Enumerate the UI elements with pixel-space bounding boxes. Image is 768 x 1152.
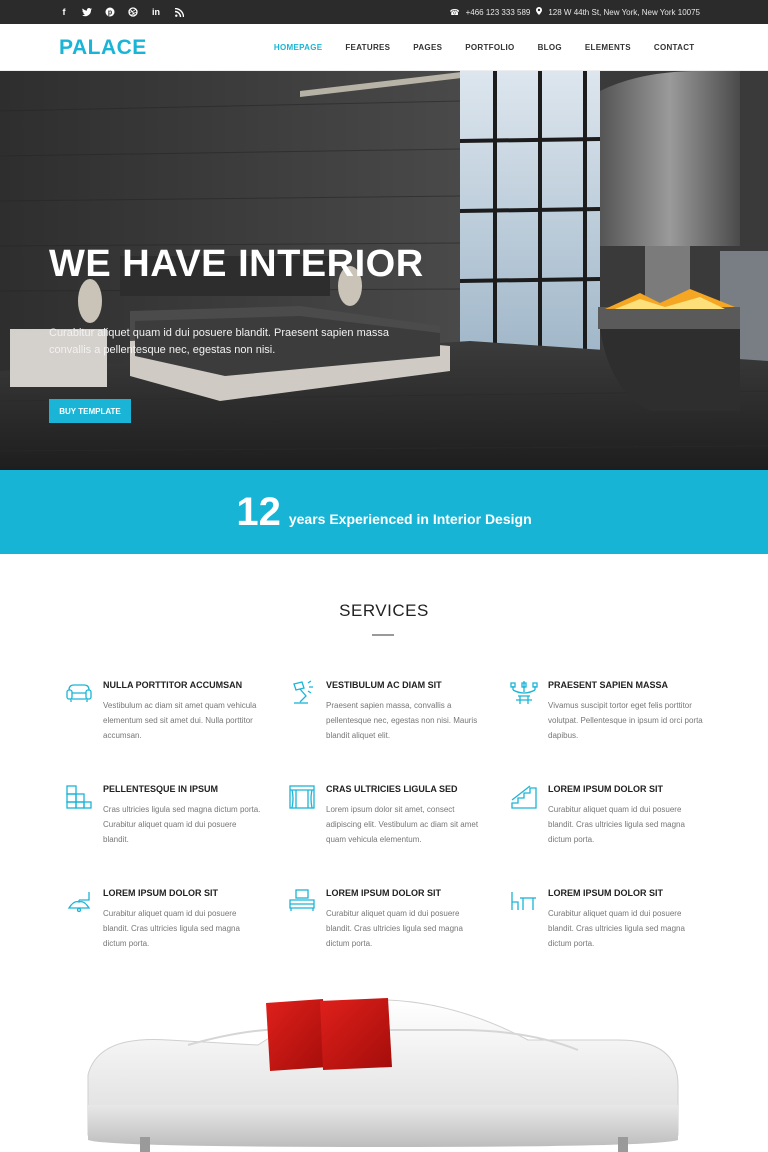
nav-portfolio[interactable]: PORTFOLIO — [454, 43, 526, 52]
phone-number: +466 123 333 589 — [465, 7, 531, 17]
service-desc: Curabitur aliquet quam id dui posuere bl… — [548, 909, 685, 948]
social-links: f p in — [58, 0, 185, 24]
service-desc: Vestibulum ac diam sit amet quam vehicul… — [103, 701, 257, 740]
twitter-icon[interactable] — [81, 6, 93, 18]
nav-pages[interactable]: PAGES — [402, 43, 454, 52]
contact-info: ☎ +466 123 333 589 128 W 44th St, New Yo… — [450, 0, 700, 24]
years-number: 12 — [236, 489, 281, 534]
phone-icon: ☎ — [449, 7, 460, 17]
main-nav: HOMEPAGE FEATURES PAGES PORTFOLIO BLOG E… — [262, 24, 706, 71]
pinterest-icon[interactable]: p — [104, 6, 116, 18]
service-name: LOREM IPSUM DOLOR SIT — [103, 888, 219, 898]
chandelier-icon — [510, 681, 538, 704]
service-name: VESTIBULUM AC DIAM SIT — [326, 680, 442, 690]
service-name: PELLENTESQUE IN IPSUM — [103, 784, 219, 794]
facebook-icon[interactable]: f — [58, 6, 70, 18]
service-desc: Vivamus suscipit tortor eget felis portt… — [548, 701, 703, 740]
service-desc: Cras ultricies ligula sed magna dictum p… — [103, 805, 261, 844]
years-text: years Experienced in Interior Design — [288, 511, 532, 527]
desk-lamp-icon — [293, 680, 313, 704]
service-name: NULLA PORTTITOR ACCUMSAN — [103, 680, 243, 690]
wall-lamp-icon — [67, 892, 91, 913]
nav-contact[interactable]: CONTACT — [642, 43, 706, 52]
buy-template-button[interactable]: BUY TEMPLATE — [49, 399, 131, 423]
sofa-image — [58, 985, 710, 1152]
window-icon — [289, 785, 315, 809]
address: 128 W 44th St, New York, New York 10075 — [548, 7, 700, 17]
bed-icon — [289, 889, 315, 911]
experience-band: 12 years Experienced in Interior Design — [0, 470, 768, 554]
logo[interactable]: PALACE — [59, 36, 147, 60]
service-desc: Lorem ipsum dolor sit amet, consect adip… — [326, 805, 479, 844]
nav-homepage[interactable]: HOMEPAGE — [262, 43, 333, 52]
service-name: CRAS ULTRICIES LIGULA SED — [326, 784, 458, 794]
top-bar: f p in ☎ +466 123 333 589 128 W 44th St,… — [0, 0, 768, 24]
service-desc: Praesent sapien massa, convallis a pelle… — [326, 701, 478, 740]
service-name: LOREM IPSUM DOLOR SIT — [548, 888, 664, 898]
table-chair-icon — [511, 892, 536, 910]
service-name: LOREM IPSUM DOLOR SIT — [548, 784, 664, 794]
sofa-icon — [66, 684, 92, 702]
service-name: LOREM IPSUM DOLOR SIT — [326, 888, 442, 898]
services-title: SERVICES — [339, 601, 429, 620]
hero-text: Curabitur aliquet quam id dui posuere bl… — [49, 327, 389, 356]
svg-text:p: p — [108, 10, 112, 17]
rss-icon[interactable] — [173, 6, 185, 18]
nav-features[interactable]: FEATURES — [334, 43, 402, 52]
service-desc: Curabitur aliquet quam id dui posuere bl… — [326, 909, 463, 948]
shelves-icon — [66, 785, 92, 809]
service-name: PRAESENT SAPIEN MASSA — [548, 680, 669, 690]
nav-elements[interactable]: ELEMENTS — [573, 43, 642, 52]
hero-section: WE HAVE INTERIOR Curabitur aliquet quam … — [0, 71, 768, 470]
stairs-icon — [511, 785, 537, 809]
service-desc: Curabitur aliquet quam id dui posuere bl… — [103, 909, 240, 948]
services-divider — [372, 634, 394, 636]
dribbble-icon[interactable] — [127, 6, 139, 18]
site-header: PALACE HOMEPAGE FEATURES PAGES PORTFOLIO… — [0, 24, 768, 71]
service-desc: Curabitur aliquet quam id dui posuere bl… — [548, 805, 685, 844]
linkedin-icon[interactable]: in — [150, 6, 162, 18]
map-pin-icon — [536, 7, 543, 17]
nav-blog[interactable]: BLOG — [526, 43, 573, 52]
hero-title: WE HAVE INTERIOR — [49, 243, 424, 285]
